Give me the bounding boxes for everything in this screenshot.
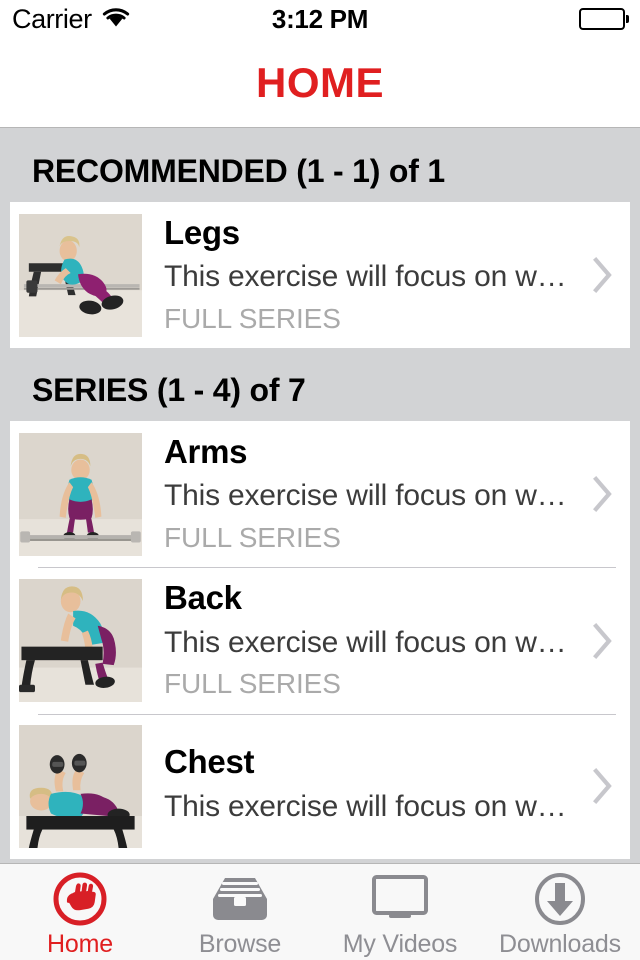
tab-label: Home: [47, 929, 113, 958]
chevron-right-icon: [590, 257, 616, 294]
app-screen: Carrier 3:12 PM HOME RECOMMENDED (1 - 1)…: [0, 0, 640, 960]
list-item-title: Back: [164, 579, 242, 617]
list-item-description: This exercise will focus on w…: [164, 789, 567, 823]
section-header-series: SERIES (1 - 4) of 7: [32, 372, 306, 409]
chevron-right-icon: [590, 622, 616, 659]
chest-thumbnail: [19, 724, 142, 848]
list-item-text: Chest This exercise will focus on w…: [142, 742, 590, 830]
list-item-meta: FULL SERIES: [164, 668, 341, 700]
tab-bar: Home Browse My Videos Downloads: [0, 863, 640, 960]
legs-thumbnail: [19, 213, 142, 337]
list-item[interactable]: Arms This exercise will focus on w… FULL…: [10, 421, 630, 567]
list-item-text: Arms This exercise will focus on w… FULL…: [142, 432, 590, 556]
tab-label: Downloads: [499, 929, 621, 958]
list-item-meta: FULL SERIES: [164, 302, 341, 334]
list-item-title: Legs: [164, 214, 240, 251]
content-scroll-area[interactable]: RECOMMENDED (1 - 1) of 1 Legs This exerc…: [0, 129, 640, 863]
page-title: HOME: [256, 58, 384, 106]
list-item[interactable]: Back This exercise will focus on w… FULL…: [10, 567, 630, 713]
list-item-meta: FULL SERIES: [164, 522, 341, 554]
list-item-description: This exercise will focus on w…: [164, 479, 567, 513]
tab-browse[interactable]: Browse: [160, 864, 320, 960]
inbox-tray-icon: [209, 870, 271, 928]
section-group-series: Arms This exercise will focus on w… FULL…: [10, 421, 630, 859]
navigation-bar: HOME: [0, 38, 640, 128]
list-item-title: Arms: [164, 433, 248, 471]
section-group-recommended: Legs This exercise will focus on w… FULL…: [10, 202, 630, 349]
status-bar: Carrier 3:12 PM: [0, 0, 640, 38]
list-item-title: Chest: [164, 743, 255, 781]
list-item[interactable]: Chest This exercise will focus on w…: [10, 713, 630, 859]
arms-thumbnail: [19, 432, 142, 556]
battery-full-icon: [579, 8, 629, 30]
chevron-right-icon: [590, 476, 616, 513]
tab-my-videos[interactable]: My Videos: [320, 864, 480, 960]
list-item-text: Back This exercise will focus on w… FULL…: [142, 578, 590, 702]
tab-label: My Videos: [342, 929, 458, 958]
list-item-description: This exercise will focus on w…: [164, 625, 567, 659]
list-item-text: Legs This exercise will focus on w… FULL…: [142, 213, 590, 337]
tab-downloads[interactable]: Downloads: [480, 864, 640, 960]
monitor-icon: [369, 870, 431, 928]
tab-label: Browse: [198, 929, 282, 958]
tab-home[interactable]: Home: [0, 864, 160, 960]
list-item[interactable]: Legs This exercise will focus on w… FULL…: [10, 202, 630, 348]
section-header-recommended: RECOMMENDED (1 - 1) of 1: [32, 153, 445, 189]
download-circle-icon: [532, 870, 588, 928]
fist-circle-icon: [52, 870, 108, 928]
clock-label: 3:12 PM: [271, 3, 369, 34]
back-thumbnail: [19, 579, 142, 703]
list-item-description: This exercise will focus on w…: [164, 260, 567, 294]
chevron-right-icon: [590, 768, 616, 805]
